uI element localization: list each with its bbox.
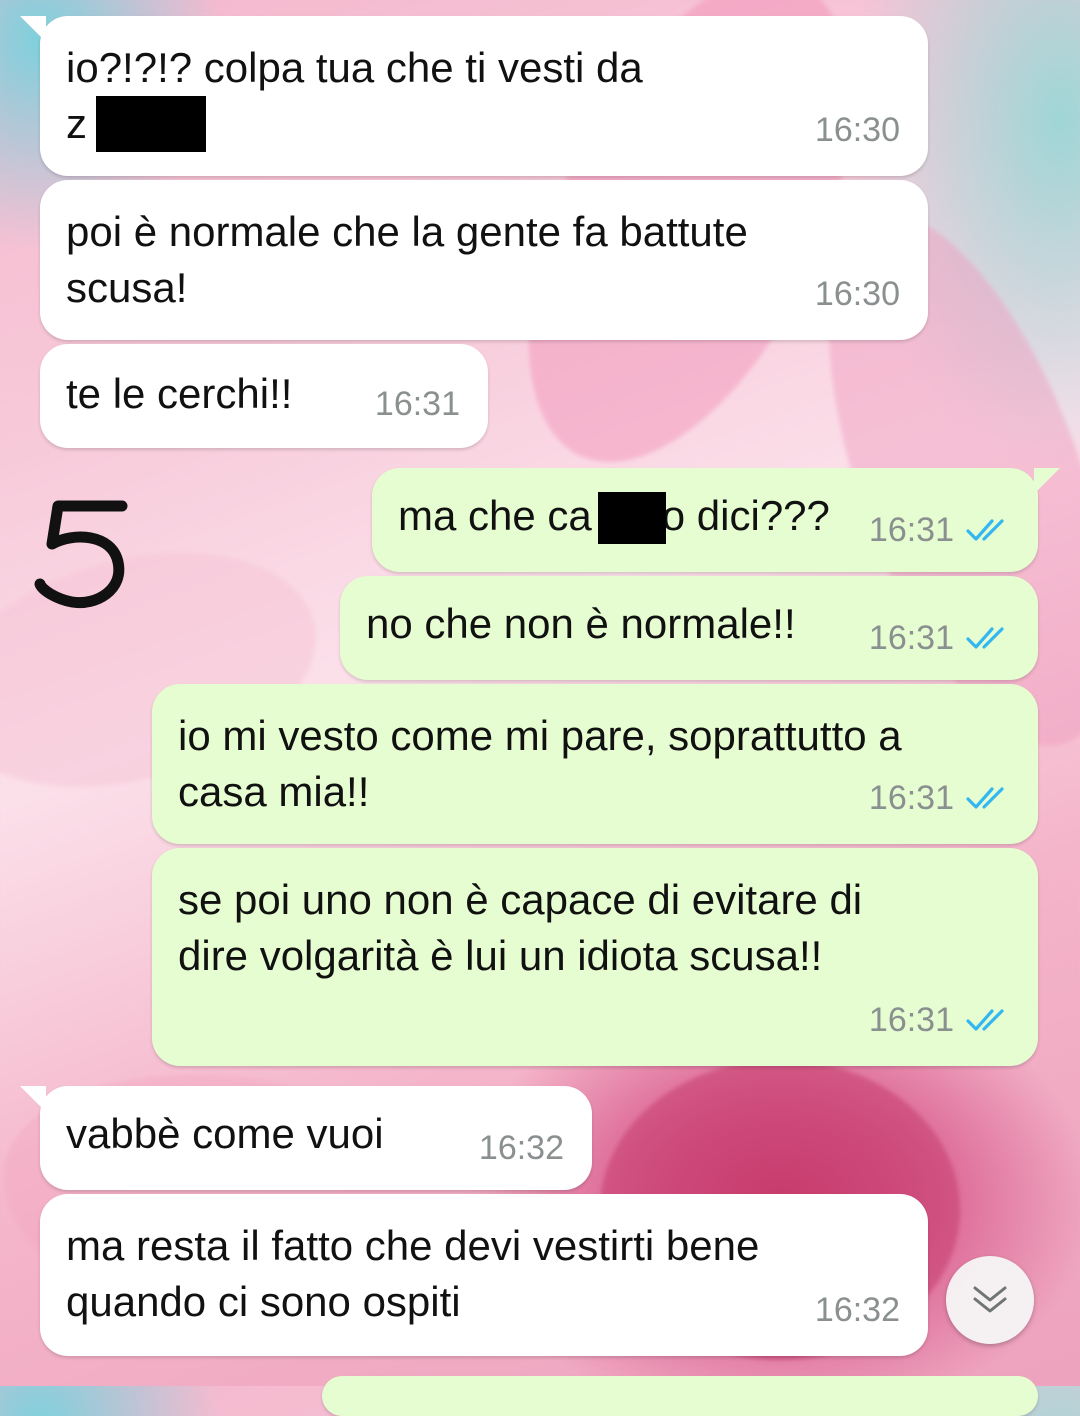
message-bubble-incoming[interactable]: poi è normale che la gente fa battute sc… <box>40 180 928 340</box>
double-chevron-down-icon <box>973 1286 1007 1313</box>
double-check-icon <box>966 787 1004 809</box>
message-time: 16:31 <box>868 779 954 817</box>
double-check-icon <box>966 627 1004 649</box>
message-meta: 16:31 <box>869 610 1010 666</box>
message-meta: 16:31 <box>375 376 460 432</box>
message-text: no che non è normale!! <box>366 600 796 647</box>
message-text: vabbè come vuoi <box>66 1110 384 1157</box>
message-meta: 16:32 <box>815 1282 900 1338</box>
message-time: 16:31 <box>868 511 954 549</box>
message-text: se poi uno non è capace di evitare di di… <box>178 876 863 979</box>
bubble-tail <box>1034 468 1060 494</box>
message-time: 16:30 <box>814 275 900 313</box>
message-bubble-incoming[interactable]: vabbè come vuoi 16:32 <box>40 1086 592 1190</box>
message-time: 16:31 <box>868 619 954 657</box>
message-time: 16:31 <box>868 1001 954 1039</box>
message-bubble-outgoing[interactable]: io mi vesto come mi pare, soprattutto a … <box>152 684 1038 844</box>
message-time: 16:30 <box>814 111 900 149</box>
redaction-block <box>96 96 206 152</box>
message-meta: 16:32 <box>479 1120 564 1176</box>
message-time: 16:32 <box>478 1129 564 1167</box>
message-text: io mi vesto come mi pare, soprattutto a … <box>178 712 902 815</box>
double-check-icon <box>966 1009 1004 1031</box>
message-meta: 16:31 <box>869 502 1010 558</box>
scroll-to-bottom-button[interactable] <box>946 1256 1034 1344</box>
double-check-icon <box>966 519 1004 541</box>
message-bubble-incoming[interactable]: io?!?!? colpa tua che ti vesti da z a!! … <box>40 16 928 176</box>
message-text: ma resta il fatto che devi vestirti bene… <box>66 1222 760 1325</box>
message-text: poi è normale che la gente fa battute sc… <box>66 208 748 311</box>
message-bubble-incoming[interactable]: te le cerchi!! 16:31 <box>40 344 488 448</box>
message-bubble-outgoing[interactable]: no che non è normale!! 16:31 <box>340 576 1038 680</box>
message-bubble-outgoing-partial[interactable] <box>322 1376 1038 1416</box>
handwritten-number-annotation <box>34 500 128 609</box>
chat-area: io?!?!? colpa tua che ti vesti da z a!! … <box>0 0 1080 1416</box>
bubble-tail <box>20 1086 46 1112</box>
message-meta: 16:31 <box>869 992 1010 1048</box>
message-meta: 16:30 <box>815 102 900 158</box>
message-text: te le cerchi!! <box>66 370 293 417</box>
message-time: 16:32 <box>814 1291 900 1329</box>
message-time: 16:31 <box>374 385 460 423</box>
redaction-block <box>598 492 666 544</box>
message-meta: 16:31 <box>869 770 1010 826</box>
message-bubble-outgoing[interactable]: ma che ca o dici??? 16:31 <box>372 468 1038 572</box>
message-bubble-outgoing[interactable]: se poi uno non è capace di evitare di di… <box>152 848 1038 1066</box>
bubble-tail <box>20 16 46 42</box>
message-meta: 16:30 <box>815 266 900 322</box>
message-bubble-incoming[interactable]: ma resta il fatto che devi vestirti bene… <box>40 1194 928 1356</box>
